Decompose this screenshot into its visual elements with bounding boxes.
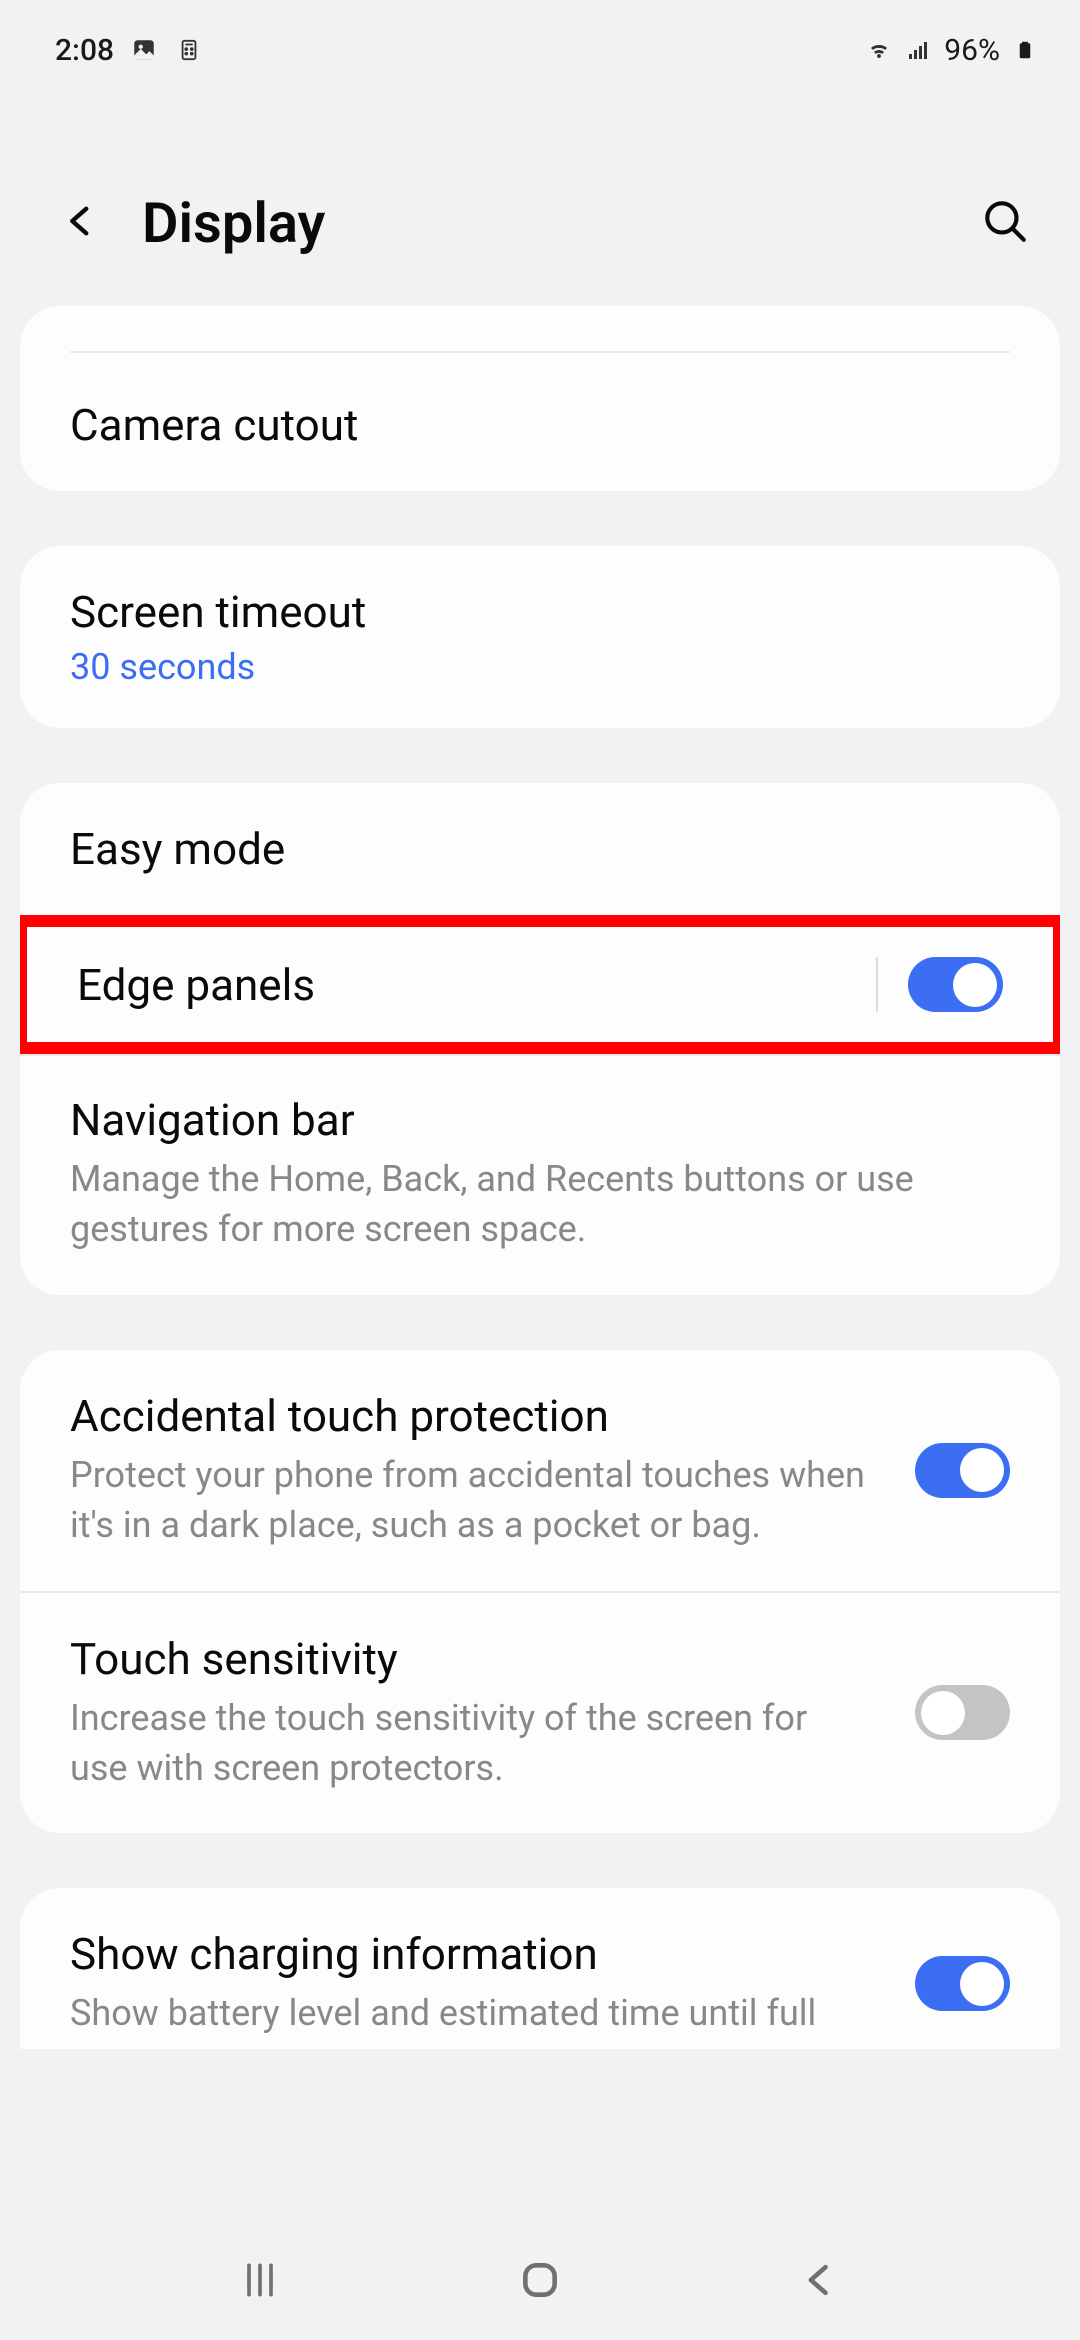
search-button[interactable] (980, 196, 1030, 250)
item-value: 30 seconds (70, 646, 1010, 688)
recents-button[interactable] (235, 2255, 285, 2305)
settings-item-navigation-bar[interactable]: Navigation bar Manage the Home, Back, an… (20, 1054, 1060, 1295)
item-title: Show charging information (70, 1928, 865, 1980)
item-desc: Manage the Home, Back, and Recents butto… (70, 1154, 1010, 1255)
settings-item-touch-sensitivity[interactable]: Touch sensitivity Increase the touch sen… (20, 1591, 1060, 1834)
item-desc: Increase the touch sensitivity of the sc… (70, 1693, 865, 1794)
item-title: Screen timeout (70, 586, 1010, 638)
item-title: Navigation bar (70, 1094, 1010, 1146)
wifi-icon (864, 38, 894, 63)
toggle-knob (960, 1448, 1004, 1492)
battery-icon (1010, 38, 1040, 63)
settings-group-charging: Show charging information Show battery l… (20, 1888, 1060, 2048)
item-title: Easy mode (70, 823, 1010, 875)
accidental-touch-toggle[interactable] (915, 1443, 1010, 1498)
settings-item-edge-panels[interactable]: Edge panels (20, 915, 1060, 1054)
toggle-knob (953, 963, 997, 1007)
status-left: 2:08 (55, 33, 204, 68)
settings-item-accidental-touch[interactable]: Accidental touch protection Protect your… (20, 1350, 1060, 1591)
edge-panels-toggle[interactable] (908, 957, 1003, 1012)
settings-item-easy-mode[interactable]: Easy mode (20, 783, 1060, 915)
system-nav-bar (0, 2220, 1080, 2340)
back-button[interactable] (60, 200, 102, 246)
settings-group-touch: Accidental touch protection Protect your… (20, 1350, 1060, 1834)
status-time: 2:08 (55, 33, 114, 68)
battery-percent: 96% (944, 33, 1000, 68)
settings-group-camera: Camera cutout (20, 306, 1060, 491)
settings-group-timeout: Screen timeout 30 seconds (20, 546, 1060, 728)
item-desc: Show battery level and estimated time un… (70, 1988, 865, 2038)
header: Display (0, 160, 1080, 306)
page-title: Display (142, 190, 325, 256)
home-button[interactable] (515, 2255, 565, 2305)
settings-item-camera-cutout[interactable]: Camera cutout (20, 341, 1060, 491)
toggle-divider (876, 957, 878, 1012)
settings-group-ui: Easy mode Edge panels Navigation bar Man… (20, 783, 1060, 1295)
calculator-icon (174, 38, 204, 63)
toggle-knob (921, 1691, 965, 1735)
gallery-icon (129, 38, 159, 63)
item-title: Edge panels (77, 959, 876, 1011)
back-nav-button[interactable] (795, 2255, 845, 2305)
status-right: 96% (864, 33, 1040, 68)
charging-info-toggle[interactable] (915, 1956, 1010, 2011)
item-title: Accidental touch protection (70, 1390, 865, 1442)
settings-item-screen-timeout[interactable]: Screen timeout 30 seconds (20, 546, 1060, 728)
item-title: Camera cutout (70, 399, 1010, 451)
touch-sensitivity-toggle[interactable] (915, 1685, 1010, 1740)
settings-item-charging-info[interactable]: Show charging information Show battery l… (20, 1888, 1060, 2048)
item-desc: Protect your phone from accidental touch… (70, 1450, 865, 1551)
status-bar: 2:08 96% (0, 0, 1080, 80)
item-title: Touch sensitivity (70, 1633, 865, 1685)
signal-icon (904, 38, 934, 63)
toggle-knob (960, 1962, 1004, 2006)
